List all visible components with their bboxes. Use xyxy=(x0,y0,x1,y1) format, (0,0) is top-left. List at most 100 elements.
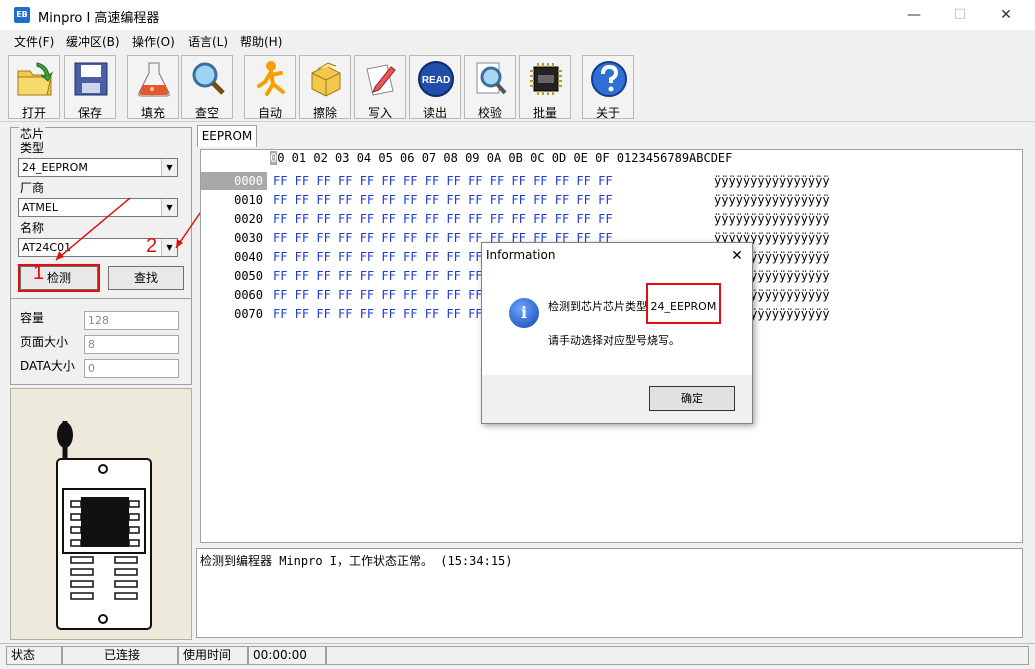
toolbar: 打开 保存 填充 查空 自动 擦除 写入 READ 读出 校验 批量 关于 xyxy=(0,52,1035,122)
read-label: 读出 xyxy=(422,106,447,120)
floppy-disk-icon xyxy=(74,62,108,96)
row-address: 0050 xyxy=(234,269,263,283)
verify-button[interactable]: 校验 xyxy=(464,55,516,120)
hex-header-text: 0 01 02 03 04 05 06 07 08 09 0A 0B 0C 0D… xyxy=(277,151,733,165)
panel-divider xyxy=(11,298,191,299)
row-address: 0040 xyxy=(234,250,263,264)
type-value: 24_EEPROM xyxy=(22,161,88,174)
dialog-body: i 检测到芯片芯片类型 24_EEPROM 请手动选择对应型号烧写。 xyxy=(482,269,752,375)
annotation-number-1: 1 xyxy=(33,262,45,284)
running-man-icon xyxy=(257,61,285,96)
window-title: Minpro I 高速编程器 xyxy=(38,11,160,26)
chip-icon xyxy=(530,63,562,95)
status-label: 状态 xyxy=(6,646,62,665)
find-button[interactable]: 查找 xyxy=(108,266,184,290)
close-window-button[interactable]: ✕ xyxy=(983,0,1029,30)
write-label: 写入 xyxy=(367,106,392,120)
ascii-text[interactable]: ÿÿÿÿÿÿÿÿÿÿÿÿÿÿÿÿ xyxy=(714,210,830,228)
read-button[interactable]: READ 读出 xyxy=(409,55,461,120)
save-label: 保存 xyxy=(77,106,102,120)
dialog-message-prefix: 检测到芯片芯片类型 xyxy=(548,300,647,313)
row-address: 0070 xyxy=(234,307,263,321)
data-size-label: DATA大小 xyxy=(20,359,75,373)
auto-label: 自动 xyxy=(257,106,282,120)
read-badge-text: READ xyxy=(422,75,450,86)
title-bar: EB Minpro I 高速编程器 — ☐ ✕ xyxy=(0,0,1035,30)
data-size-field: 0 xyxy=(84,359,179,378)
vendor-select[interactable]: ATMEL ▼ xyxy=(18,198,178,217)
menu-bar: 文件(F) 缓冲区(B) 操作(O) 语言(L) 帮助(H) xyxy=(0,30,1035,52)
magnifier-icon xyxy=(192,62,225,95)
dialog-title-bar: Information ✕ xyxy=(482,243,752,269)
save-button[interactable]: 保存 xyxy=(64,55,116,120)
status-extra-cell xyxy=(326,646,1029,665)
menu-operation[interactable]: 操作(O) xyxy=(132,33,175,50)
row-address: 0030 xyxy=(234,231,263,245)
auto-button[interactable]: 自动 xyxy=(244,55,296,120)
vendor-label: 厂商 xyxy=(20,181,45,195)
chevron-down-icon[interactable]: ▼ xyxy=(161,239,177,256)
ascii-text[interactable]: ÿÿÿÿÿÿÿÿÿÿÿÿÿÿÿÿ xyxy=(714,191,830,209)
blank-check-label: 查空 xyxy=(194,106,219,120)
address-column: 0000 0010 0020 0030 0040 0050 0060 0070 xyxy=(201,170,267,542)
dialog-title: Information xyxy=(486,248,556,262)
minimize-button[interactable]: — xyxy=(891,0,937,30)
hex-bytes[interactable]: FF FF FF FF FF FF FF FF FF FF FF FF FF F… xyxy=(273,191,613,209)
hex-column-header: 00 01 02 03 04 05 06 07 08 09 0A 0B 0C 0… xyxy=(270,151,732,169)
information-dialog: Information ✕ i 检测到芯片芯片类型 24_EEPROM 请手动选… xyxy=(481,242,753,424)
zif-socket-image xyxy=(56,421,152,630)
capacity-label: 容量 xyxy=(20,311,45,325)
hex-bytes[interactable]: FF FF FF FF FF FF FF FF FF FF FF FF FF F… xyxy=(273,172,613,190)
about-button[interactable]: 关于 xyxy=(582,55,634,120)
box-icon xyxy=(311,62,341,97)
chip-settings-panel: 芯片 类型 24_EEPROM ▼ 厂商 ATMEL ▼ 名称 AT24C01 … xyxy=(10,125,192,385)
write-button[interactable]: 写入 xyxy=(354,55,406,120)
chevron-down-icon[interactable]: ▼ xyxy=(161,199,177,216)
menu-language[interactable]: 语言(L) xyxy=(188,33,228,50)
row-address: 0060 xyxy=(234,288,263,302)
tab-eeprom[interactable]: EEPROM xyxy=(197,125,257,147)
hex-bytes[interactable]: FF FF FF FF FF FF FF FF FF FF FF FF FF F… xyxy=(273,210,613,228)
open-button[interactable]: 打开 xyxy=(8,55,60,120)
help-icon xyxy=(591,61,627,97)
type-select[interactable]: 24_EEPROM ▼ xyxy=(18,158,178,177)
vendor-value: ATMEL xyxy=(22,201,58,214)
open-folder-icon xyxy=(17,62,54,96)
log-message: 检测到编程器 Minpro I，工作状态正常。 (15:34:15) xyxy=(200,554,513,568)
erase-button[interactable]: 擦除 xyxy=(299,55,351,120)
name-value: AT24C01 xyxy=(22,241,72,254)
type-label: 类型 xyxy=(20,141,45,155)
menu-help[interactable]: 帮助(H) xyxy=(240,33,282,50)
row-address: 0010 xyxy=(234,193,263,207)
name-label: 名称 xyxy=(20,221,45,235)
read-badge-icon: READ xyxy=(418,61,454,97)
ok-button[interactable]: 确定 xyxy=(649,386,735,411)
row-address: 0000 xyxy=(201,172,267,190)
dialog-close-button[interactable]: ✕ xyxy=(726,245,748,267)
magnifier-doc-icon xyxy=(476,62,507,95)
page-size-label: 页面大小 xyxy=(20,335,69,349)
erase-label: 擦除 xyxy=(312,106,337,120)
blank-check-button[interactable]: 查空 xyxy=(181,55,233,120)
menu-buffer[interactable]: 缓冲区(B) xyxy=(66,33,120,50)
batch-button[interactable]: 批量 xyxy=(519,55,571,120)
flask-icon xyxy=(138,62,170,97)
fill-label: 填充 xyxy=(140,106,165,120)
info-icon: i xyxy=(509,298,539,328)
pen-paper-icon xyxy=(366,64,396,96)
chip-type-highlight-box xyxy=(646,283,721,324)
usage-time-label: 使用时间 xyxy=(178,646,248,665)
capacity-field: 128 xyxy=(84,311,179,330)
annotation-number-2: 2 xyxy=(146,235,158,257)
ascii-text[interactable]: ÿÿÿÿÿÿÿÿÿÿÿÿÿÿÿÿ xyxy=(714,172,830,190)
dialog-message-2: 请手动选择对应型号烧写。 xyxy=(548,334,680,347)
chevron-down-icon[interactable]: ▼ xyxy=(161,159,177,176)
menu-file[interactable]: 文件(F) xyxy=(14,33,54,50)
verify-label: 校验 xyxy=(477,106,502,120)
status-bar: 状态 已连接 使用时间 00:00:00 xyxy=(0,643,1035,669)
usage-time-value: 00:00:00 xyxy=(248,646,326,665)
open-label: 打开 xyxy=(21,106,46,120)
fill-button[interactable]: 填充 xyxy=(127,55,179,120)
maximize-button[interactable]: ☐ xyxy=(937,0,983,30)
connection-status: 已连接 xyxy=(62,646,178,665)
